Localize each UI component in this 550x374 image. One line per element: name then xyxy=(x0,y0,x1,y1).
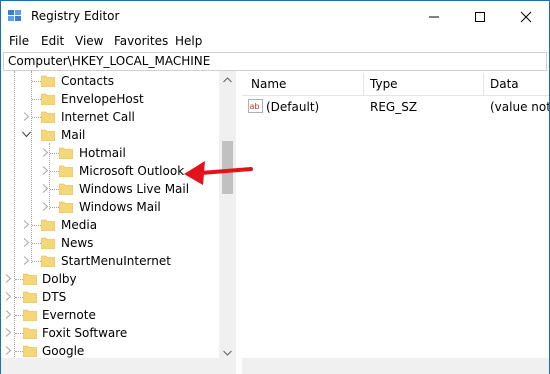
column-header-name[interactable]: Name xyxy=(251,77,286,91)
folder-icon xyxy=(23,309,37,321)
scroll-up-button[interactable] xyxy=(219,71,236,88)
values-horizontal-scrollbar[interactable] xyxy=(242,358,549,374)
tree-item-hotmail[interactable]: Hotmail xyxy=(1,144,219,162)
tree-item-windows-live-mail[interactable]: Windows Live Mail xyxy=(1,180,219,198)
value-name: (Default) xyxy=(266,100,320,114)
folder-icon xyxy=(41,111,55,123)
folder-open-icon xyxy=(41,129,55,141)
address-bar[interactable]: Computer\HKEY_LOCAL_MACHINE xyxy=(3,52,547,71)
tree-item-label: StartMenuInternet xyxy=(61,254,171,268)
tree-item-label: Foxit Software xyxy=(42,326,128,340)
tree-item-label: Dolby xyxy=(42,272,77,286)
menu-edit[interactable]: Edit xyxy=(41,34,64,48)
tree-item-startmenuinternet[interactable]: StartMenuInternet xyxy=(1,252,219,270)
tree-item-foxit-software[interactable]: Foxit Software xyxy=(1,324,219,342)
chevron-right-icon[interactable] xyxy=(41,148,50,157)
tree-item-label: Windows Mail xyxy=(79,200,161,214)
window-title: Registry Editor xyxy=(31,9,120,23)
registry-app-icon xyxy=(8,10,21,21)
chevron-right-icon[interactable] xyxy=(22,112,31,121)
maximize-button[interactable] xyxy=(457,1,503,32)
tree-item-label: Internet Call xyxy=(61,110,135,124)
header-divider xyxy=(242,95,549,96)
values-list: Name Type Data ab (Default) REG_SZ (valu… xyxy=(242,71,549,358)
scroll-thumb[interactable] xyxy=(222,141,233,194)
tree-item-label: Mail xyxy=(61,128,86,142)
chevron-right-icon[interactable] xyxy=(41,184,50,193)
close-button[interactable] xyxy=(503,1,549,32)
menu-file[interactable]: File xyxy=(9,34,29,48)
folder-icon xyxy=(23,327,37,339)
scroll-down-arrow-icon xyxy=(223,350,232,356)
folder-icon xyxy=(59,183,73,195)
folder-icon xyxy=(23,345,37,357)
tree-vertical-scrollbar[interactable] xyxy=(219,71,236,361)
column-header-data[interactable]: Data xyxy=(490,77,519,91)
folder-icon xyxy=(41,93,55,105)
column-divider[interactable] xyxy=(483,73,484,95)
folder-icon xyxy=(59,165,73,177)
folder-icon xyxy=(41,75,55,87)
tree-item-media[interactable]: Media xyxy=(1,216,219,234)
chevron-right-icon[interactable] xyxy=(41,202,50,211)
menu-bar: File Edit View Favorites Help xyxy=(1,32,549,52)
title-bar[interactable]: Registry Editor xyxy=(1,1,549,32)
chevron-right-icon[interactable] xyxy=(22,256,31,265)
tree-item-label: Media xyxy=(61,218,98,232)
registry-editor-window: Registry Editor File Edit View Favorites… xyxy=(0,0,550,374)
value-data: (value not s xyxy=(490,100,549,114)
tree-item-label: Google xyxy=(42,344,85,358)
menu-view[interactable]: View xyxy=(75,34,103,48)
folder-icon xyxy=(41,219,55,231)
chevron-right-icon[interactable] xyxy=(4,292,13,301)
folder-icon xyxy=(41,237,55,249)
tree-item-label: Hotmail xyxy=(79,146,126,160)
tree-item-label: Windows Live Mail xyxy=(79,182,190,196)
tree-item-label: Contacts xyxy=(61,74,114,88)
tree-horizontal-scrollbar[interactable] xyxy=(1,358,236,374)
tree-item-label: DTS xyxy=(42,290,67,304)
tree-item-label: News xyxy=(61,236,94,250)
chevron-right-icon[interactable] xyxy=(4,328,13,337)
folder-icon xyxy=(59,147,73,159)
minimize-button[interactable] xyxy=(411,1,457,32)
scroll-up-arrow-icon xyxy=(223,76,232,82)
chevron-right-icon[interactable] xyxy=(22,220,31,229)
menu-help[interactable]: Help xyxy=(175,34,202,48)
value-type: REG_SZ xyxy=(370,100,418,114)
minimize-icon xyxy=(429,16,439,17)
key-tree: Contacts EnvelopeHost Internet Call Mail… xyxy=(1,71,236,373)
tree-item-envelopehost[interactable]: EnvelopeHost xyxy=(1,90,219,108)
tree-item-mail[interactable]: Mail xyxy=(1,126,219,144)
tree-item-microsoft-outlook[interactable]: Microsoft Outlook xyxy=(1,162,219,180)
svg-text:ab: ab xyxy=(250,102,260,111)
folder-icon xyxy=(23,273,37,285)
tree-item-label: Evernote xyxy=(42,308,96,322)
chevron-down-icon[interactable] xyxy=(22,130,31,139)
tree-item-news[interactable]: News xyxy=(1,234,219,252)
tree-item-label: EnvelopeHost xyxy=(61,92,144,106)
tree-item-label: Microsoft Outlook xyxy=(79,164,185,178)
tree-item-internet-call[interactable]: Internet Call xyxy=(1,108,219,126)
chevron-right-icon[interactable] xyxy=(22,238,31,247)
folder-icon xyxy=(59,201,73,213)
tree-item-evernote[interactable]: Evernote xyxy=(1,306,219,324)
string-value-icon: ab xyxy=(248,99,263,113)
maximize-icon xyxy=(475,11,485,22)
folder-icon xyxy=(23,291,37,303)
menu-favorites[interactable]: Favorites xyxy=(114,34,168,48)
folder-icon xyxy=(41,255,55,267)
chevron-right-icon[interactable] xyxy=(41,166,50,175)
chevron-right-icon[interactable] xyxy=(4,346,13,355)
close-icon xyxy=(520,11,532,22)
chevron-right-icon[interactable] xyxy=(4,274,13,283)
column-divider[interactable] xyxy=(363,73,364,95)
tree-item-contacts[interactable]: Contacts xyxy=(1,72,219,90)
chevron-right-icon[interactable] xyxy=(4,310,13,319)
tree-item-dolby[interactable]: Dolby xyxy=(1,270,219,288)
column-header-type[interactable]: Type xyxy=(370,77,398,91)
tree-item-dts[interactable]: DTS xyxy=(1,288,219,306)
tree-item-windows-mail[interactable]: Windows Mail xyxy=(1,198,219,216)
